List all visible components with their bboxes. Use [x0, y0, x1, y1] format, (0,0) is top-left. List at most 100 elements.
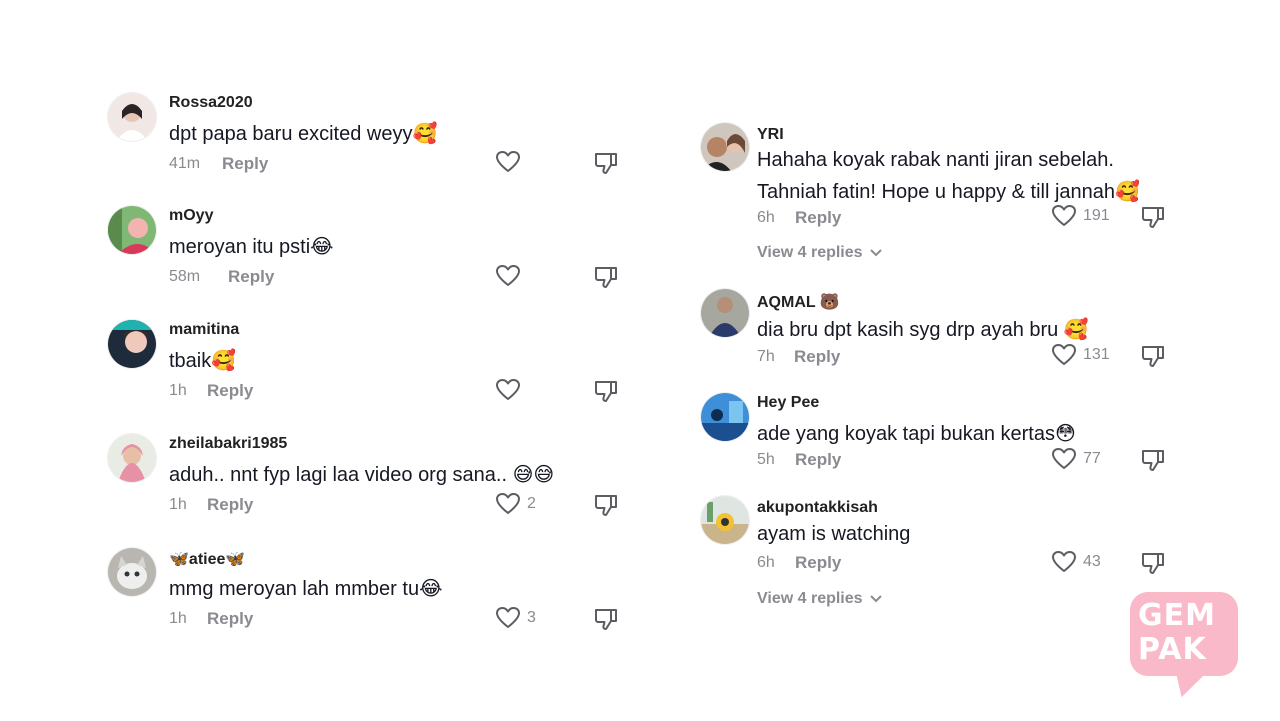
comment-time: 1h — [169, 610, 187, 627]
heart-icon — [1052, 551, 1076, 572]
thumbs-down-icon — [595, 153, 617, 174]
thumbs-down-icon — [1142, 346, 1164, 367]
like-button[interactable]: 77 — [1051, 447, 1101, 471]
heart-icon — [496, 493, 520, 514]
comment-text: ayam is watching — [757, 523, 911, 545]
comment-item: AQMAL 🐻 dia bru dpt kasih syg drp ayah b… — [700, 288, 1170, 378]
like-button[interactable]: 43 — [1051, 550, 1101, 574]
dislike-button[interactable] — [594, 265, 618, 294]
thumbs-down-icon — [595, 381, 617, 402]
like-button[interactable]: 191 — [1051, 204, 1110, 228]
like-button[interactable] — [495, 378, 527, 402]
dislike-button[interactable] — [594, 151, 618, 180]
heart-icon — [1052, 344, 1076, 365]
avatar[interactable] — [700, 495, 750, 545]
view-replies-button[interactable]: View 4 replies — [757, 244, 883, 262]
comment-username[interactable]: Hey Pee — [757, 394, 819, 412]
thumbs-down-icon — [1142, 553, 1164, 574]
dislike-button[interactable] — [1141, 205, 1165, 234]
reply-button[interactable]: Reply — [222, 154, 268, 174]
comment-text: aduh.. nnt fyp lagi laa video org sana..… — [169, 464, 555, 486]
comment-username[interactable]: Rossa2020 — [169, 94, 253, 112]
reply-button[interactable]: Reply — [794, 347, 840, 367]
thumbs-down-icon — [1142, 450, 1164, 471]
avatar[interactable] — [700, 392, 750, 442]
comment-time: 5h — [757, 451, 775, 468]
reply-button[interactable]: Reply — [795, 208, 841, 228]
comment-username[interactable]: 🦋atiee🦋 — [169, 549, 245, 569]
comment-username[interactable]: zheilabakri1985 — [169, 435, 287, 453]
comment-item: Hey Pee ade yang koyak tapi bukan kertas… — [700, 392, 1170, 482]
comment-item: 🦋atiee🦋 mmg meroyan lah mmber tu😂 1h Rep… — [107, 547, 627, 637]
gempak-logo: GEM PAK — [1130, 592, 1238, 702]
like-button[interactable] — [495, 264, 527, 288]
heart-icon — [496, 379, 520, 400]
avatar[interactable] — [107, 433, 157, 483]
dislike-button[interactable] — [1141, 344, 1165, 373]
comment-text: tbaik🥰 — [169, 350, 237, 372]
comment-time: 7h — [757, 348, 775, 365]
dislike-button[interactable] — [594, 379, 618, 408]
avatar[interactable] — [107, 205, 157, 255]
thumbs-down-icon — [595, 267, 617, 288]
comment-time: 58m — [169, 268, 201, 285]
comment-item: akupontakkisah ayam is watching 6h Reply… — [700, 495, 1170, 615]
dislike-button[interactable] — [1141, 448, 1165, 477]
comment-time: 41m — [169, 155, 201, 172]
comment-item: Rossa2020 dpt papa baru excited weyy🥰 41… — [107, 92, 627, 182]
comment-list-right: YRI Hahaha koyak rabak nanti jiran sebel… — [700, 122, 1170, 622]
like-button[interactable]: 2 — [495, 492, 536, 516]
comment-item: mamitina tbaik🥰 1h Reply — [107, 319, 627, 409]
like-count: 3 — [527, 609, 536, 626]
like-count: 43 — [1083, 553, 1101, 570]
comment-username[interactable]: akupontakkisah — [757, 499, 878, 517]
comment-username[interactable]: mOyy — [169, 207, 213, 225]
comment-time: 6h — [757, 209, 775, 226]
like-count: 191 — [1083, 207, 1110, 224]
logo-text-line1: GEM — [1138, 598, 1216, 633]
comment-text: ade yang koyak tapi bukan kertas😳 — [757, 423, 1076, 445]
avatar[interactable] — [107, 547, 157, 597]
thumbs-down-icon — [595, 495, 617, 516]
like-count: 131 — [1083, 346, 1110, 363]
heart-icon — [496, 607, 520, 628]
comment-item: mOyy meroyan itu psti😂 58m Reply — [107, 205, 627, 295]
comment-username[interactable]: AQMAL 🐻 — [757, 292, 840, 312]
reply-button[interactable]: Reply — [207, 609, 253, 629]
heart-icon — [1052, 448, 1076, 469]
dislike-button[interactable] — [1141, 551, 1165, 580]
logo-text-line2: PAK — [1138, 632, 1207, 667]
chevron-down-icon — [869, 249, 882, 257]
avatar[interactable] — [700, 122, 750, 172]
chevron-down-icon — [869, 595, 882, 603]
avatar[interactable] — [700, 288, 750, 338]
reply-button[interactable]: Reply — [207, 495, 253, 515]
comment-item: zheilabakri1985 aduh.. nnt fyp lagi laa … — [107, 433, 627, 523]
reply-button[interactable]: Reply — [207, 381, 253, 401]
comment-text-line2: Tahniah fatin! Hope u happy & till janna… — [757, 181, 1140, 203]
comment-username[interactable]: YRI — [757, 126, 784, 144]
heart-icon — [496, 151, 520, 172]
comment-text: mmg meroyan lah mmber tu😂 — [169, 578, 443, 600]
comment-time: 1h — [169, 382, 187, 399]
dislike-button[interactable] — [594, 493, 618, 522]
comment-username[interactable]: mamitina — [169, 321, 239, 339]
reply-button[interactable]: Reply — [795, 450, 841, 470]
like-button[interactable]: 131 — [1051, 343, 1110, 367]
comment-text: dpt papa baru excited weyy🥰 — [169, 123, 438, 145]
comment-list-left: Rossa2020 dpt papa baru excited weyy🥰 41… — [107, 92, 627, 652]
avatar[interactable] — [107, 92, 157, 142]
comment-time: 6h — [757, 554, 775, 571]
like-button[interactable]: 3 — [495, 606, 536, 630]
dislike-button[interactable] — [594, 607, 618, 636]
reply-button[interactable]: Reply — [228, 267, 274, 287]
like-button[interactable] — [495, 150, 527, 174]
comment-item: YRI Hahaha koyak rabak nanti jiran sebel… — [700, 122, 1170, 272]
heart-icon — [496, 265, 520, 286]
comment-text: meroyan itu psti😂 — [169, 236, 334, 258]
view-replies-button[interactable]: View 4 replies — [757, 590, 883, 608]
comment-time: 1h — [169, 496, 187, 513]
reply-button[interactable]: Reply — [795, 553, 841, 573]
avatar[interactable] — [107, 319, 157, 369]
like-count: 77 — [1083, 450, 1101, 467]
